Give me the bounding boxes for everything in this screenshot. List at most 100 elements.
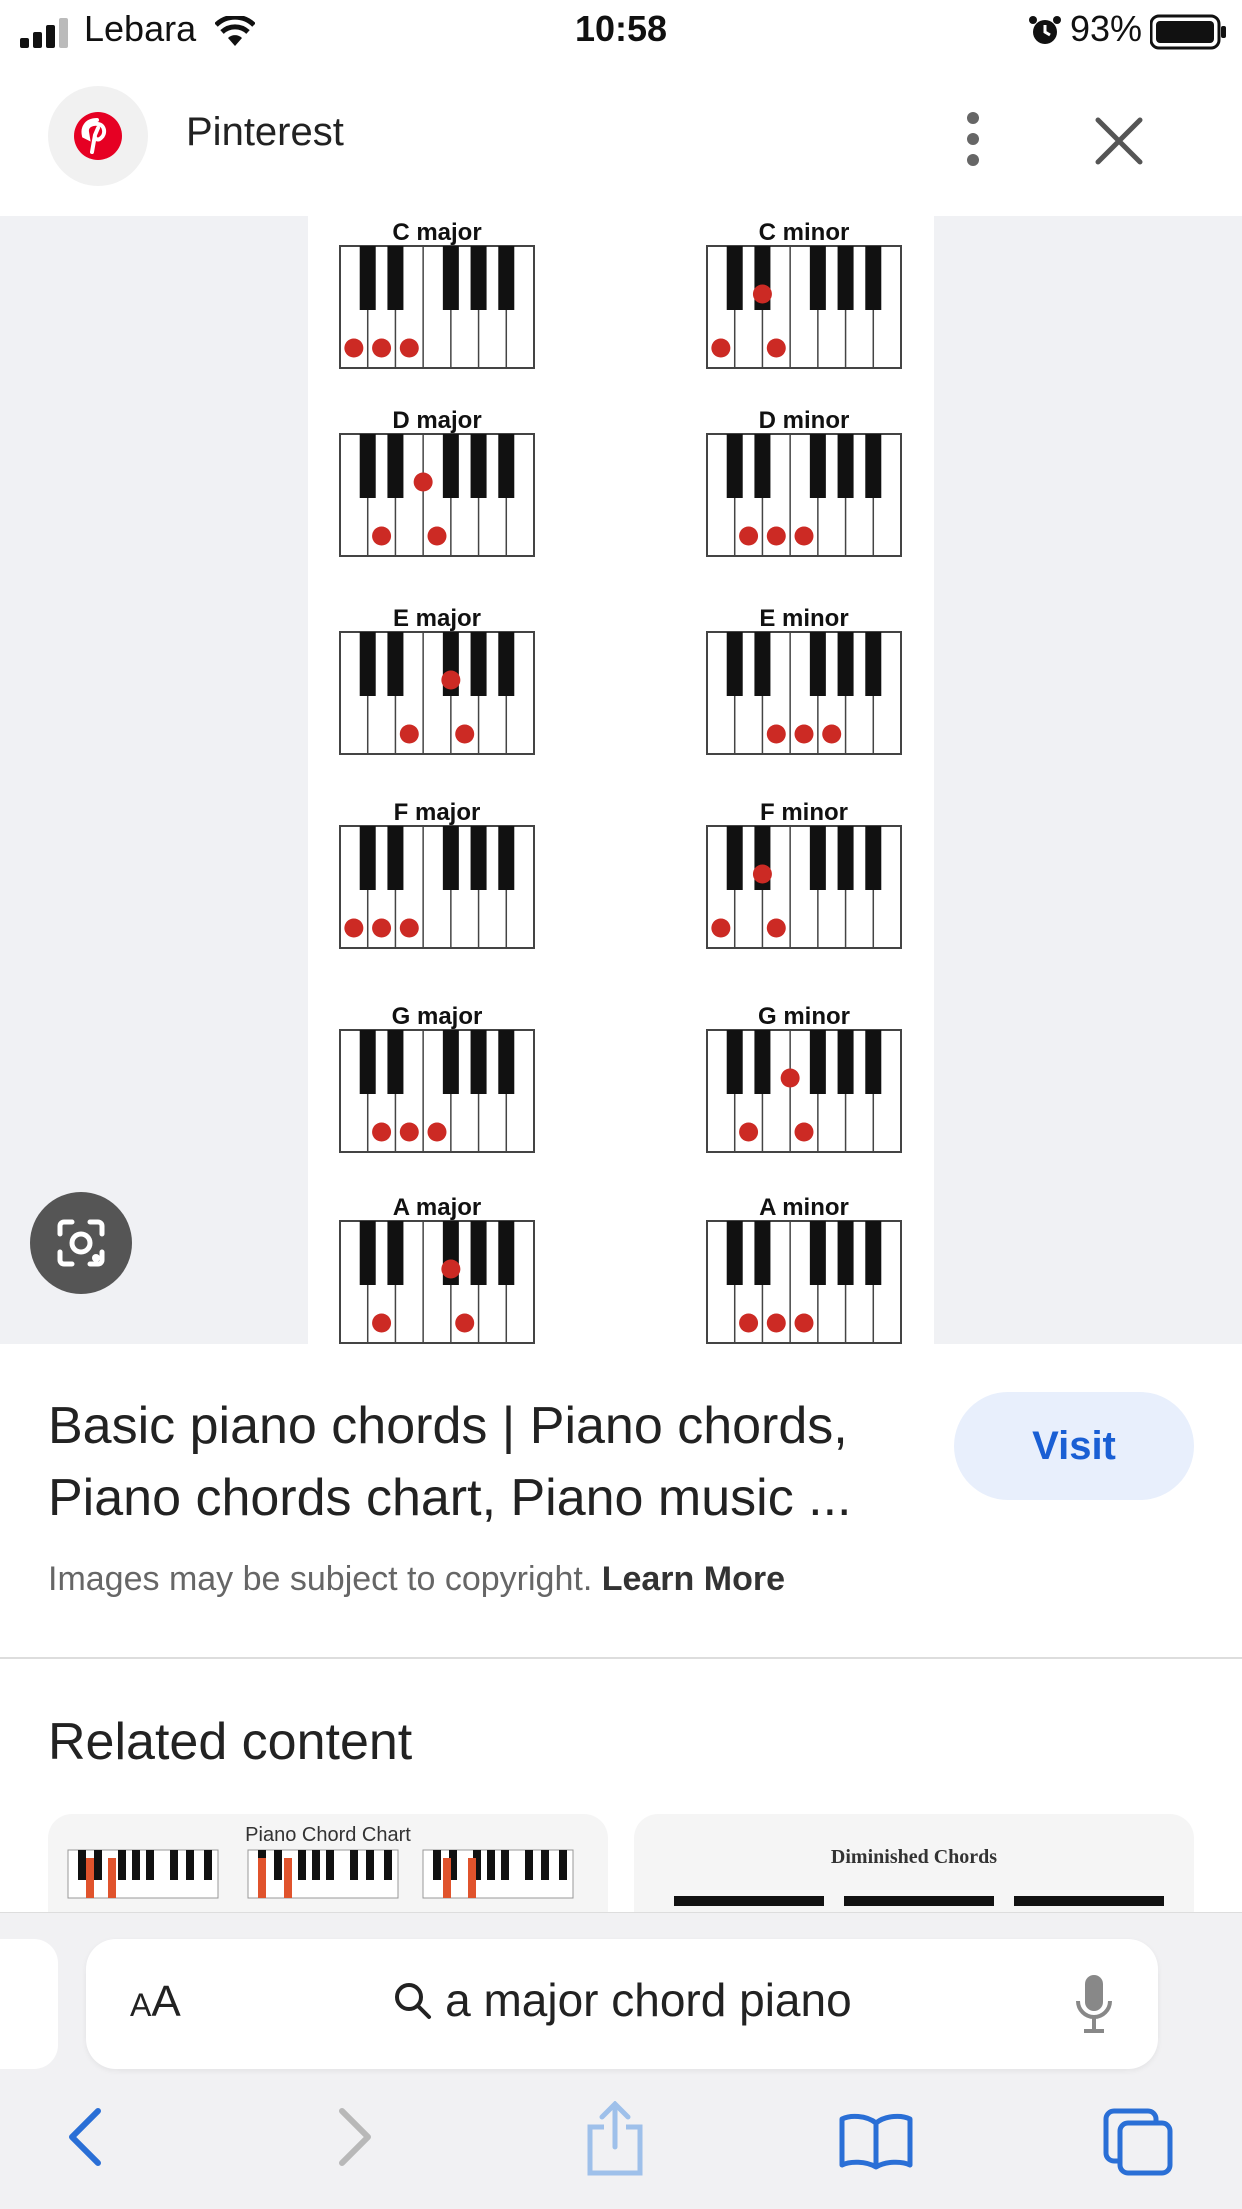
- chord-label: E major: [393, 605, 481, 632]
- black-key: [498, 632, 515, 696]
- close-icon[interactable]: [1092, 114, 1146, 168]
- black-key: [865, 1221, 882, 1285]
- more-vertical-icon[interactable]: [958, 110, 988, 170]
- black-key: [837, 632, 854, 696]
- chord-label: D major: [392, 407, 481, 434]
- result-title[interactable]: Basic piano chords | Piano chords, Piano…: [48, 1390, 928, 1534]
- share-icon[interactable]: [584, 2101, 646, 2177]
- black-key: [726, 246, 743, 310]
- alarm-icon: [1029, 16, 1061, 44]
- browser-toolbar: AA a major chord piano: [0, 1912, 1242, 2209]
- chord-label: F minor: [760, 799, 848, 826]
- battery-percent: 93%: [1069, 8, 1142, 49]
- note-dot: [752, 284, 772, 304]
- black-key: [498, 246, 515, 310]
- note-dot: [766, 1313, 786, 1333]
- black-key: [809, 246, 826, 310]
- chord-label: G major: [392, 1003, 483, 1030]
- bookmarks-icon[interactable]: [838, 2111, 914, 2171]
- black-key: [470, 1030, 487, 1094]
- black-key: [387, 246, 404, 310]
- note-dot: [344, 918, 364, 938]
- note-dot: [780, 1068, 800, 1088]
- note-dot: [427, 526, 447, 546]
- note-dot: [752, 864, 772, 884]
- chord-label: A major: [393, 1194, 481, 1221]
- chord-label: C major: [392, 219, 481, 246]
- note-dot: [372, 526, 392, 546]
- note-dot: [766, 724, 786, 744]
- black-key: [442, 434, 459, 498]
- note-dot: [766, 918, 786, 938]
- back-icon[interactable]: [66, 2107, 106, 2167]
- black-key: [809, 434, 826, 498]
- battery-icon: [1150, 14, 1226, 50]
- note-dot: [794, 1313, 814, 1333]
- black-key: [470, 826, 487, 890]
- visit-button[interactable]: Visit: [954, 1392, 1194, 1500]
- note-dot: [344, 338, 364, 358]
- address-bar[interactable]: AA a major chord piano: [86, 1939, 1158, 2069]
- note-dot: [794, 724, 814, 744]
- black-key: [498, 1221, 515, 1285]
- black-key: [498, 826, 515, 890]
- black-key: [442, 1030, 459, 1094]
- black-key: [726, 826, 743, 890]
- black-key: [387, 826, 404, 890]
- black-key: [359, 1221, 376, 1285]
- search-query[interactable]: a major chord piano: [86, 1973, 1158, 2027]
- black-key: [470, 632, 487, 696]
- black-key: [837, 826, 854, 890]
- note-dot: [399, 1122, 419, 1142]
- black-key: [726, 1030, 743, 1094]
- black-key: [865, 434, 882, 498]
- learn-more-link[interactable]: Learn More: [602, 1560, 785, 1598]
- copyright-text: Images may be subject to copyright.: [48, 1560, 593, 1598]
- black-key: [754, 434, 771, 498]
- black-key: [359, 632, 376, 696]
- black-key: [809, 632, 826, 696]
- card-label: Piano Chord Chart: [245, 1824, 411, 1846]
- copyright-notice: Images may be subject to copyright. Lear…: [48, 1560, 785, 1599]
- site-name: Pinterest: [186, 110, 344, 154]
- forward-icon[interactable]: [334, 2107, 374, 2167]
- black-key: [837, 1221, 854, 1285]
- black-key: [359, 826, 376, 890]
- black-key: [498, 434, 515, 498]
- black-key: [837, 434, 854, 498]
- note-dot: [413, 472, 433, 492]
- note-dot: [766, 526, 786, 546]
- black-key: [865, 1030, 882, 1094]
- black-key: [359, 1030, 376, 1094]
- black-key: [809, 826, 826, 890]
- card-label: Diminished Chords: [830, 1846, 998, 1868]
- previous-tab[interactable]: [0, 1939, 58, 2069]
- note-dot: [372, 338, 392, 358]
- note-dot: [372, 918, 392, 938]
- note-dot: [427, 1122, 447, 1142]
- note-dot: [441, 1259, 461, 1279]
- black-key: [387, 434, 404, 498]
- lens-button[interactable]: [30, 1192, 132, 1294]
- black-key: [387, 1030, 404, 1094]
- note-dot: [739, 1313, 759, 1333]
- black-key: [865, 632, 882, 696]
- black-key: [359, 434, 376, 498]
- chord-label: C minor: [759, 219, 850, 246]
- tabs-icon[interactable]: [1102, 2107, 1174, 2177]
- divider: [0, 1657, 1242, 1659]
- black-key: [470, 246, 487, 310]
- black-key: [387, 632, 404, 696]
- black-key: [470, 434, 487, 498]
- black-key: [754, 632, 771, 696]
- image-preview[interactable]: C major C minor D major D minor E major E min…: [0, 216, 1242, 1344]
- black-key: [837, 246, 854, 310]
- black-key: [726, 1221, 743, 1285]
- microphone-icon[interactable]: [1074, 1973, 1114, 2035]
- chord-label: G minor: [758, 1003, 850, 1030]
- black-key: [865, 826, 882, 890]
- note-dot: [711, 338, 731, 358]
- pinterest-logo: [48, 86, 148, 186]
- black-key: [837, 1030, 854, 1094]
- note-dot: [399, 338, 419, 358]
